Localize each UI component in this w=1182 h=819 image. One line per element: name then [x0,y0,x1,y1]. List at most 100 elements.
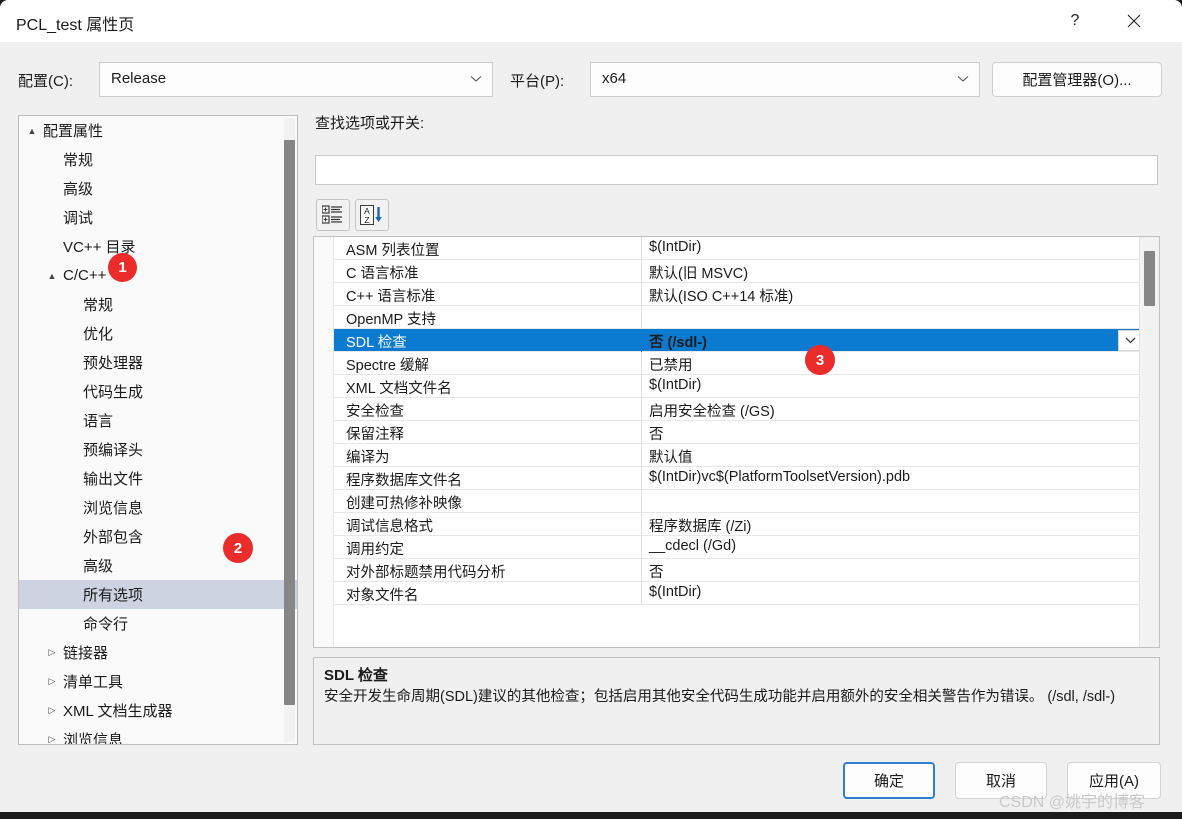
help-icon[interactable]: ? [1052,0,1098,42]
tree-scrollbar-thumb[interactable] [284,140,295,705]
grid-scrollbar-thumb[interactable] [1144,251,1155,306]
grid-row[interactable]: ASM 列表位置 $(IntDir) [334,237,1139,260]
tree-item[interactable]: ▲C/C++ [19,261,297,290]
tree-item-label: 高级 [63,178,93,199]
tree-item[interactable]: 命令行 [19,609,297,638]
grid-row[interactable]: 保留注释否 [334,421,1139,444]
grid-row[interactable]: C++ 语言标准 默认(ISO C++14 标准) [334,283,1139,306]
grid-row-value[interactable]: 否 (/sdl-) [649,331,707,352]
platform-dropdown[interactable]: x64 [590,62,980,97]
grid-row-value[interactable]: 程序数据库 (/Zi) [649,515,751,536]
grid-row-value[interactable]: __cdecl (/Gd) [649,538,736,554]
expanded-twisty-icon[interactable]: ▲ [45,271,59,281]
title-bar: PCL_test 属性页 ? [0,0,1182,42]
collapsed-twisty-icon[interactable]: ▷ [45,705,59,716]
tree-item-label: 预编译头 [83,439,143,460]
grid-row[interactable]: 编译为默认值 [334,444,1139,467]
tree-item[interactable]: 所有选项 [19,580,297,609]
grid-row-value[interactable]: 默认(ISO C++14 标准) [649,285,793,306]
collapsed-twisty-icon[interactable]: ▷ [45,676,59,687]
grid-row-value[interactable]: $(IntDir)vc$(PlatformToolsetVersion).pdb [649,469,910,485]
collapsed-twisty-icon[interactable]: ▷ [45,647,59,658]
grid-row[interactable]: SDL 检查否 (/sdl-) [334,329,1139,352]
configuration-tree[interactable]: ▲配置属性常规高级调试VC++ 目录▲C/C++常规优化预处理器代码生成语言预编… [18,115,298,745]
tree-scrollbar[interactable] [284,118,295,742]
tree-item[interactable]: 高级 [19,551,297,580]
categorized-view-icon[interactable] [316,199,350,231]
tree-item[interactable]: 语言 [19,406,297,435]
config-selected-value: Release [111,70,166,87]
grid-row[interactable]: 安全检查启用安全检查 (/GS) [334,398,1139,421]
grid-row[interactable]: 调用约定__cdecl (/Gd) [334,536,1139,559]
column-divider [641,444,642,467]
tree-item-label: 外部包含 [83,526,143,547]
tree-item[interactable]: ▷链接器 [19,638,297,667]
tree-item[interactable]: ▲配置属性 [19,116,297,145]
tree-item[interactable]: 预处理器 [19,348,297,377]
tree-item[interactable]: 调试 [19,203,297,232]
grid-row-name: ASM 列表位置 [346,239,439,260]
tree-item[interactable]: 代码生成 [19,377,297,406]
grid-row[interactable]: 创建可热修补映像 [334,490,1139,513]
grid-row-value[interactable]: 启用安全检查 (/GS) [649,400,775,421]
sort-alphabetical-icon[interactable]: A Z [355,199,389,231]
tree-item-label: 浏览信息 [63,729,123,745]
tree-item[interactable]: ▷ 浏览信息 [19,725,297,745]
grid-row[interactable]: Spectre 缓解已禁用 [334,352,1139,375]
grid-row[interactable]: C 语言标准默认(旧 MSVC) [334,260,1139,283]
description-title: SDL 检查 [324,664,1149,685]
grid-rows: ASM 列表位置 $(IntDir) C 语言标准默认(旧 MSVC)C++ 语言标… [334,237,1139,605]
platform-label: 平台(P): [510,70,564,91]
tree-item[interactable]: ▷清单工具 [19,667,297,696]
grid-row-value[interactable]: 默认值 [649,446,693,467]
tree-item[interactable]: 浏览信息 [19,493,297,522]
tree-item[interactable]: 外部包含 [19,522,297,551]
grid-row-value[interactable]: $(IntDir) [649,377,701,393]
tree-item[interactable]: 优化 [19,319,297,348]
grid-row[interactable]: 程序数据库文件名$(IntDir)vc$(PlatformToolsetVers… [334,467,1139,490]
close-icon[interactable] [1108,0,1160,42]
expanded-twisty-icon[interactable]: ▲ [25,126,39,136]
tree-item[interactable]: VC++ 目录 [19,232,297,261]
column-divider [641,375,642,398]
chevron-down-icon [957,75,969,83]
collapsed-twisty-icon[interactable]: ▷ [45,734,59,745]
grid-row[interactable]: 对象文件名$(IntDir) [334,582,1139,605]
property-grid[interactable]: ASM 列表位置 $(IntDir) C 语言标准默认(旧 MSVC)C++ 语言标… [313,236,1160,648]
tree-item[interactable]: 预编译头 [19,435,297,464]
column-divider [641,536,642,559]
grid-row[interactable]: 对外部标题禁用代码分析否 [334,559,1139,582]
grid-row-name: C++ 语言标准 [346,285,435,306]
column-divider [641,559,642,582]
grid-row[interactable]: XML 文档文件名$(IntDir) [334,375,1139,398]
config-label: 配置(C): [18,70,73,91]
grid-row-name: 调试信息格式 [346,515,433,536]
grid-row-value[interactable]: $(IntDir) [649,584,701,600]
grid-row-value[interactable]: 默认(旧 MSVC) [649,262,748,283]
tree-item[interactable]: 输出文件 [19,464,297,493]
tree-item-label: 命令行 [83,613,128,634]
column-divider [641,467,642,490]
config-manager-button[interactable]: 配置管理器(O)... [992,62,1162,97]
tree-item[interactable]: 常规 [19,145,297,174]
tree-item[interactable]: 常规 [19,290,297,319]
ok-button[interactable]: 确定 [843,762,935,799]
grid-row[interactable]: 调试信息格式 程序数据库 (/Zi) [334,513,1139,536]
grid-row-name: 创建可热修补映像 [346,492,462,513]
description-body: 安全开发生命周期(SDL)建议的其他检查；包括启用其他安全代码生成功能并启用额外… [324,687,1149,708]
column-divider [641,329,642,352]
column-divider [641,421,642,444]
search-input[interactable] [315,155,1158,185]
grid-scrollbar[interactable] [1139,237,1159,647]
grid-row-value[interactable]: 否 [649,561,664,582]
grid-row-value[interactable]: $(IntDir) [649,239,701,255]
tree-item[interactable]: 高级 [19,174,297,203]
config-dropdown[interactable]: Release [99,62,493,97]
column-divider [641,237,642,260]
tree-item-label: 浏览信息 [83,497,143,518]
grid-row-value[interactable]: 已禁用 [649,354,693,375]
grid-row[interactable]: OpenMP 支持 [334,306,1139,329]
grid-row-value[interactable]: 否 [649,423,664,444]
tree-item-label: 高级 [83,555,113,576]
tree-item[interactable]: ▷XML 文档生成器 [19,696,297,725]
